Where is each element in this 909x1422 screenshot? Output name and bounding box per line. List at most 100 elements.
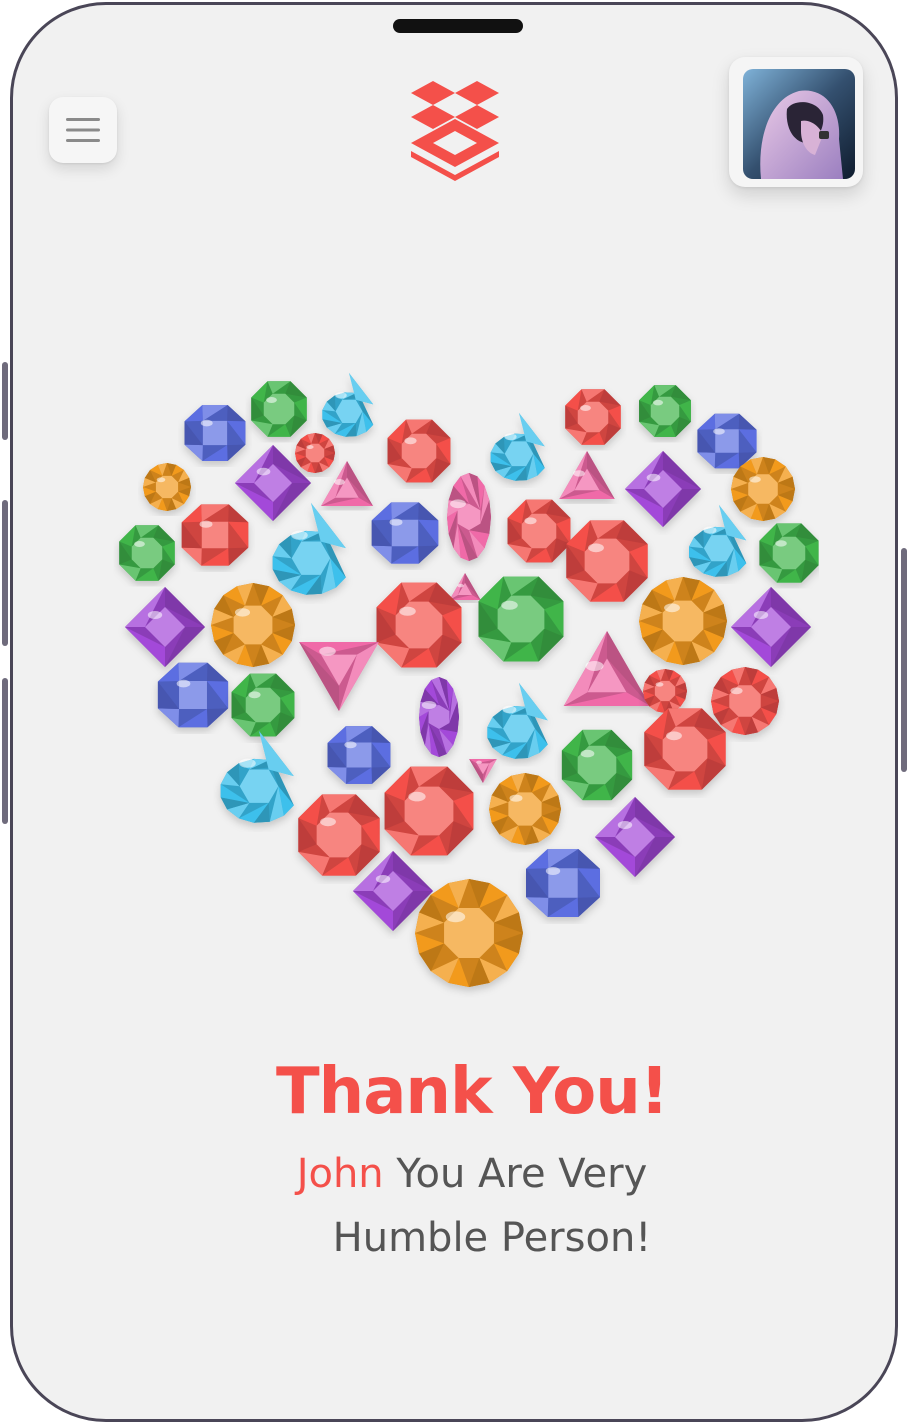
gem-highlight: [334, 479, 345, 485]
gem-highlight: [664, 603, 680, 613]
gem-highlight: [573, 470, 585, 477]
gem: [220, 731, 294, 823]
gem-highlight: [450, 499, 466, 509]
gem-facet: [181, 547, 202, 566]
gem-highlight: [524, 517, 537, 525]
gem: [711, 667, 779, 735]
gem: [447, 473, 491, 561]
gem: [419, 677, 459, 757]
gem-highlight: [404, 437, 417, 445]
gem-facet: [738, 413, 757, 430]
gem: [644, 708, 726, 790]
gem-highlight: [134, 541, 145, 547]
gem-highlight: [200, 419, 213, 427]
gem-highlight: [588, 543, 604, 553]
profile-avatar-button[interactable]: [729, 57, 863, 187]
gem-facet: [371, 502, 392, 521]
gem-highlight: [266, 397, 277, 403]
gem-facet: [206, 662, 229, 682]
gem-highlight: [652, 399, 664, 406]
gem: [759, 523, 819, 583]
gem: [415, 879, 523, 987]
gem-highlight: [335, 392, 347, 399]
gem-highlight: [580, 405, 591, 411]
gem-highlight: [749, 476, 761, 483]
avatar: [743, 69, 855, 179]
gem: [561, 729, 633, 801]
gem-highlight: [234, 608, 251, 617]
gem-highlight: [239, 758, 256, 768]
gem-highlight: [501, 600, 518, 610]
gem-highlight: [445, 911, 466, 923]
gem: [643, 669, 687, 713]
gem-facet: [227, 404, 246, 422]
gem-highlight: [504, 433, 517, 441]
gem-highlight: [502, 705, 517, 714]
gem-highlight: [156, 477, 166, 483]
gem-highlight: [421, 701, 437, 709]
gem: [526, 849, 600, 917]
gem-facet: [371, 726, 391, 744]
gem-facet: [157, 662, 180, 682]
gem-highlight: [176, 679, 191, 688]
phone-frame: Thank You! John You Are Very Humble Pers…: [10, 2, 898, 1422]
gem: [384, 766, 474, 856]
gem: [469, 759, 497, 783]
gem-highlight: [457, 583, 464, 588]
gem-highlight: [775, 540, 787, 547]
gem-facet: [418, 545, 439, 564]
gem-highlight: [306, 445, 314, 449]
gem: [697, 413, 757, 469]
gem-facet: [371, 766, 391, 784]
gem-facet: [418, 502, 439, 521]
gem-highlight: [256, 467, 271, 476]
gem-highlight: [580, 749, 595, 758]
gem-facet: [228, 504, 249, 523]
menu-button[interactable]: [49, 97, 117, 163]
recipient-name: John: [296, 1151, 384, 1197]
gem-facet: [184, 444, 203, 462]
side-button-volume-down: [2, 678, 8, 824]
gem-highlight: [199, 520, 213, 528]
gem: [143, 463, 191, 511]
gem-highlight: [655, 682, 664, 687]
gem-highlight: [666, 731, 682, 741]
gem-highlight: [476, 760, 482, 764]
gem-highlight: [389, 518, 403, 526]
gem: [157, 662, 229, 728]
gem: [639, 577, 727, 665]
gem: [376, 582, 462, 668]
gem: [322, 373, 374, 437]
gem: [490, 413, 545, 481]
gem-highlight: [545, 867, 561, 875]
gem-facet: [227, 444, 246, 462]
gem: [299, 642, 379, 711]
gem: [449, 573, 481, 600]
gem-facet: [577, 849, 600, 869]
hamburger-menu-icon: [66, 118, 100, 142]
gem-heart-illustration: [119, 373, 819, 987]
gem-facet: [697, 413, 716, 430]
gem-facet: [697, 452, 716, 469]
dynamic-island: [393, 19, 523, 33]
gem: [231, 673, 295, 737]
gem-highlight: [248, 691, 261, 699]
gem-highlight: [617, 821, 633, 829]
gem-highlight: [408, 791, 426, 802]
gem-facet: [327, 766, 347, 784]
gem: [731, 457, 795, 521]
gem: [371, 502, 439, 564]
stacked-boxes-logo[interactable]: [409, 81, 501, 181]
gem-highlight: [291, 530, 308, 540]
gem-facet: [526, 849, 549, 869]
gem: [689, 505, 747, 577]
gem-highlight: [399, 606, 416, 616]
gem-highlight: [375, 875, 391, 883]
side-button-mute: [2, 362, 8, 440]
gem-facet: [371, 545, 392, 564]
gem: [119, 525, 175, 581]
gem-highlight: [713, 428, 725, 435]
gem-facet: [181, 504, 202, 523]
gem: [565, 389, 621, 445]
gem-highlight: [703, 526, 717, 534]
